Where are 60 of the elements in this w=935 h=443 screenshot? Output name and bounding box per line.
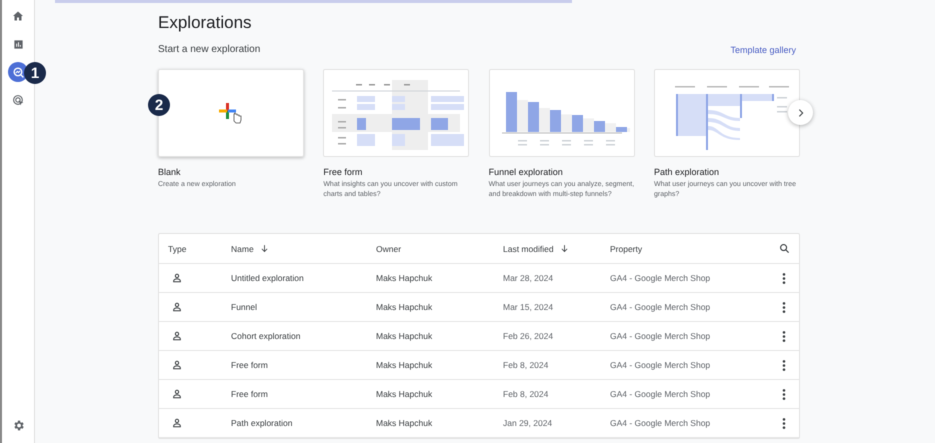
column-header: Owner [376, 244, 402, 254]
more-vertical-icon [782, 330, 786, 342]
card-title: Path exploration [654, 167, 720, 177]
more-vertical-icon [782, 302, 786, 313]
owner-cell-text: Maks Hapchuk [376, 360, 434, 370]
owner-cell-text: Maks Hapchuk [376, 331, 434, 342]
property-cell-text: GA4 - Google Merch Shop [610, 389, 712, 400]
more-vertical-icon [782, 418, 786, 429]
template-gallery-link[interactable]: Template gallery [730, 44, 796, 54]
property-cell-text: GA4 - Google Merch Shop [610, 273, 712, 284]
exploration-name: Untitled exploration [231, 273, 305, 284]
page-title: Explorations [158, 13, 253, 33]
more-vertical-icon [782, 272, 786, 284]
property-cell-text: GA4 - Google Merch Shop [610, 331, 712, 342]
column-header[interactable]: Name [231, 244, 254, 254]
plus-cursor-drawing [218, 101, 244, 125]
owner-cell-text: Maks Hapchuk [376, 273, 434, 284]
exploration-name: Cohort exploration [231, 331, 302, 342]
date-cell-text: Mar 28, 2024 [503, 273, 554, 284]
card-title: Blank [158, 167, 182, 177]
sidebar-item[interactable] [8, 62, 28, 82]
column-header: Type [168, 244, 186, 254]
section-subtitle: Start a new exploration [158, 44, 260, 55]
owner-cell-text: Maks Hapchuk [376, 302, 434, 312]
card-title: Funnel exploration [488, 167, 564, 177]
sort-arrow-icon[interactable] [260, 244, 269, 254]
exploration-name: Funnel [231, 302, 258, 312]
person-icon [172, 418, 182, 428]
property-cell-text: GA4 - Google Merch Shop [610, 360, 712, 370]
date-cell-text: Feb 26, 2024 [503, 331, 554, 342]
search-icon [778, 243, 790, 254]
more-vertical-icon [782, 360, 786, 371]
person-icon [172, 360, 182, 370]
column-header: Property [610, 244, 642, 254]
owner-cell-text: Maks Hapchuk [376, 389, 434, 400]
card-title: Free form [323, 167, 364, 177]
explore-icon [12, 66, 24, 78]
sort-arrow-icon[interactable] [560, 244, 569, 254]
person-icon [172, 389, 182, 400]
step-number-badge: 1 [24, 62, 46, 84]
date-cell-text: Feb 8, 2024 [503, 389, 550, 400]
more-vertical-icon [782, 388, 786, 400]
date-cell-text: Mar 15, 2024 [503, 302, 554, 312]
exploration-name: Path exploration [231, 418, 294, 428]
settings-icon [12, 418, 24, 432]
exploration-name: Free form [231, 389, 269, 400]
property-cell-text: GA4 - Google Merch Shop [610, 418, 712, 428]
person-icon [172, 331, 182, 342]
target-cursor-icon [12, 94, 24, 106]
person-icon [172, 302, 182, 312]
home-icon [12, 10, 24, 22]
date-cell-text: Jan 29, 2024 [503, 418, 554, 428]
owner-cell-text: Maks Hapchuk [376, 418, 434, 428]
person-icon [172, 273, 182, 284]
exploration-name: Free form [231, 360, 269, 370]
step-number-badge: 2 [148, 94, 170, 116]
bar-chart-icon [12, 38, 24, 50]
column-header[interactable]: Last modified [503, 244, 554, 254]
property-cell-text: GA4 - Google Merch Shop [610, 302, 712, 312]
date-cell-text: Feb 8, 2024 [503, 360, 550, 370]
